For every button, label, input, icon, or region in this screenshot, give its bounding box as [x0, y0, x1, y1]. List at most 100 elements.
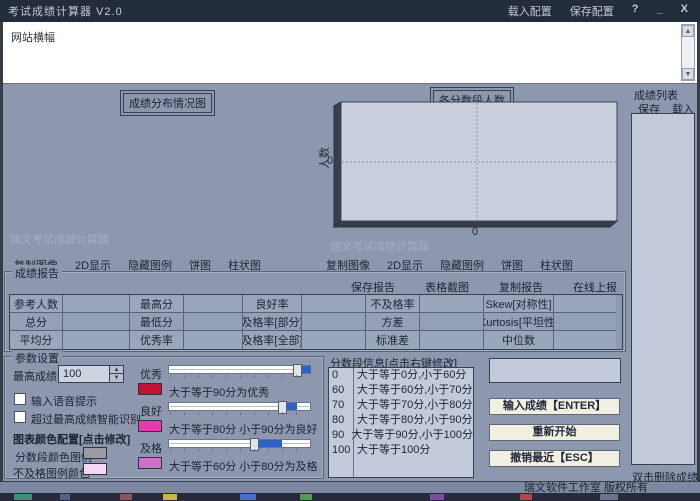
excellent-label: 优秀: [140, 366, 162, 382]
segment-value: 80: [329, 413, 353, 428]
max-score-label: 最高成绩: [13, 368, 57, 384]
smart-detect-label: 超过最高成绩智能识别: [31, 411, 141, 427]
window-title: 考试成绩计算器 V2.0: [8, 3, 123, 19]
online-submit-button[interactable]: 在线上报: [573, 279, 617, 295]
segment-row[interactable]: 100 大于等于100分: [329, 443, 473, 458]
report-label-cell: 及格率[部分]: [243, 313, 302, 331]
segment-desc: 大于等于90分,小于100分: [347, 428, 473, 443]
restart-button[interactable]: 重新开始: [489, 424, 620, 441]
fail-legend-label: 不及格图例颜色: [13, 465, 90, 481]
report-label-cell: 总分: [10, 313, 63, 331]
segment-legend-label: 分数段颜色图例: [15, 449, 92, 465]
segments-listbox[interactable]: 0 大于等于0分,小于60分 60 大于等于60分,小于70分 70 大于等于7…: [328, 367, 474, 478]
report-value-cell: [184, 295, 243, 313]
report-groupbox: 成绩报告 保存报告 表格截图 复制报告 在线上报 参考人数 最高分 良好率 不及…: [4, 271, 626, 352]
left-chart-watermark: 瑞文考试成绩计算器: [10, 231, 109, 247]
segment-row[interactable]: 90 大于等于90分,小于100分: [329, 428, 473, 443]
left-chart-title-box: 成绩分布情况图: [120, 90, 215, 116]
report-value-cell: [302, 331, 366, 349]
slider-ticks: [170, 412, 309, 415]
good-slider[interactable]: [168, 401, 311, 415]
fail-legend-swatch[interactable]: [83, 463, 107, 475]
segment-value: 60: [329, 383, 353, 398]
voice-prompt-checkbox[interactable]: [14, 393, 26, 405]
minimize-button[interactable]: _: [657, 3, 663, 19]
segment-desc: 大于等于80分,小于90分: [353, 413, 473, 428]
scroll-down-icon[interactable]: ▼: [682, 68, 694, 80]
good-desc: 大于等于80分 小于90分为良好: [169, 421, 318, 437]
max-score-spinner[interactable]: 100 ▲ ▼: [58, 365, 124, 383]
report-value-cell: [63, 295, 130, 313]
x-axis-tick: 0: [472, 226, 478, 238]
save-report-button[interactable]: 保存报告: [351, 279, 395, 295]
segment-row[interactable]: 80 大于等于80分,小于90分: [329, 413, 473, 428]
copy-report-button[interactable]: 复制报告: [499, 279, 543, 295]
report-value-cell: [554, 313, 616, 331]
segment-legend-swatch[interactable]: [83, 447, 107, 459]
report-table: 参考人数 最高分 良好率 不及格率 Skew[对称性] 总分 最低分 及格率[部…: [9, 294, 623, 350]
segment-value: 70: [329, 398, 353, 413]
report-value-cell: [184, 313, 243, 331]
help-button[interactable]: ?: [632, 3, 639, 19]
segment-desc: 大于等于0分,小于60分: [353, 368, 466, 383]
params-groupbox-label: 参数设置: [12, 350, 62, 366]
report-label-cell: 及格率[全部]: [243, 331, 302, 349]
segment-row[interactable]: 0 大于等于0分,小于60分: [329, 368, 473, 383]
pass-label: 及格: [140, 440, 162, 456]
report-value-cell: [420, 313, 484, 331]
excellent-desc: 大于等于90分为优秀: [169, 384, 269, 400]
excellent-color-swatch[interactable]: [138, 383, 162, 395]
params-groupbox: 参数设置 最高成绩 100 ▲ ▼ 输入语音提示 超过最高成绩智能识别 图表颜色…: [4, 356, 324, 479]
good-color-swatch[interactable]: [138, 420, 162, 432]
pass-desc: 大于等于60分 小于80分为及格: [169, 458, 318, 474]
web-banner[interactable]: 网站横幅 ▲ ▼: [3, 22, 697, 84]
report-label-cell: 最高分: [130, 295, 184, 313]
report-links: 保存报告 表格截图 复制报告 在线上报: [351, 279, 617, 295]
report-label-cell: 中位数: [484, 331, 554, 349]
segment-desc: 大于等于100分: [353, 443, 430, 458]
pass-slider[interactable]: [168, 438, 311, 452]
undo-button[interactable]: 撤销最近【ESC】: [489, 450, 620, 467]
pass-color-swatch[interactable]: [138, 457, 162, 469]
report-value-cell: [302, 295, 366, 313]
close-button[interactable]: X: [681, 3, 688, 19]
window-border-left: [0, 22, 3, 493]
load-config-menu[interactable]: 载入配置: [508, 3, 552, 19]
segment-row[interactable]: 60 大于等于60分,小于70分: [329, 383, 473, 398]
excellent-slider[interactable]: [168, 364, 311, 378]
slider-range-fill: [259, 440, 283, 447]
good-label: 良好: [140, 403, 162, 419]
right-chart-watermark: 瑞文考试成绩计算器: [330, 238, 429, 254]
spin-down-icon[interactable]: ▼: [110, 374, 123, 382]
report-groupbox-label: 成绩报告: [12, 265, 62, 281]
report-value-cell: [554, 331, 616, 349]
report-label-cell: 方差: [366, 313, 420, 331]
color-config-label[interactable]: 图表颜色配置[点击修改]: [13, 431, 130, 447]
status-bar: 瑞文软件工作室 版权所有: [0, 481, 700, 493]
slider-ticks: [170, 449, 309, 452]
save-config-menu[interactable]: 保存配置: [570, 3, 614, 19]
taskbar-strip: [0, 493, 700, 501]
left-chart-title: 成绩分布情况图: [123, 93, 212, 113]
score-input[interactable]: [489, 358, 621, 383]
segment-desc: 大于等于70分,小于80分: [353, 398, 473, 413]
score-listbox[interactable]: [631, 113, 695, 465]
report-label-cell: 良好率: [243, 295, 302, 313]
banner-scrollbar[interactable]: ▲ ▼: [681, 24, 695, 81]
table-screenshot-button[interactable]: 表格截图: [425, 279, 469, 295]
spin-up-icon[interactable]: ▲: [110, 366, 123, 374]
report-label-cell: 最低分: [130, 313, 184, 331]
banner-text[interactable]: 网站横幅: [11, 29, 55, 45]
report-label-cell: Skew[对称性]: [484, 295, 554, 313]
report-value-cell: [63, 313, 130, 331]
report-value-cell: [184, 331, 243, 349]
title-bar: 考试成绩计算器 V2.0 载入配置 保存配置 ? _ X: [0, 0, 700, 22]
app-window: 考试成绩计算器 V2.0 载入配置 保存配置 ? _ X 网站横幅 ▲ ▼ 成绩…: [0, 0, 700, 501]
segment-row[interactable]: 70 大于等于70分,小于80分: [329, 398, 473, 413]
report-value-cell: [554, 295, 616, 313]
enter-score-button[interactable]: 输入成绩【ENTER】: [489, 398, 620, 415]
report-label-cell: 参考人数: [10, 295, 63, 313]
voice-prompt-label: 输入语音提示: [31, 393, 97, 409]
scroll-up-icon[interactable]: ▲: [682, 25, 694, 37]
smart-detect-checkbox[interactable]: [14, 411, 26, 423]
